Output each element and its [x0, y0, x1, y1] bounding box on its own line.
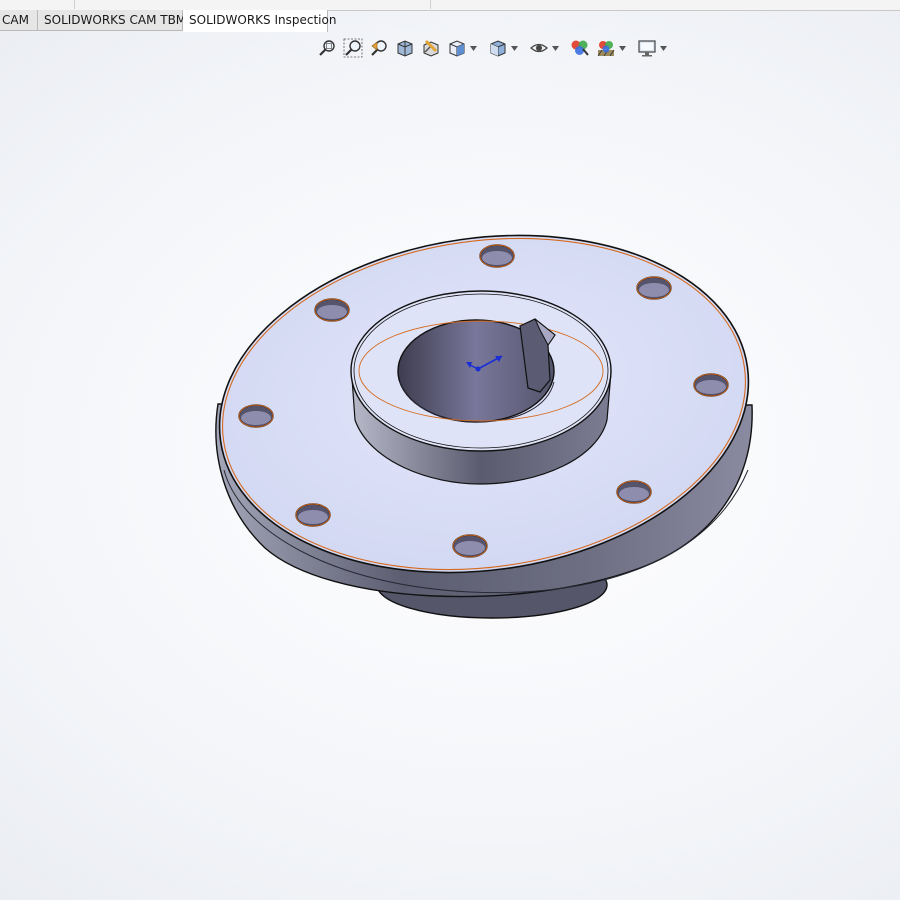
- graphics-area-flange-model[interactable]: [0, 0, 900, 900]
- bolt-hole: [295, 503, 331, 527]
- bolt-hole: [636, 276, 672, 300]
- bolt-hole: [452, 534, 488, 558]
- bolt-hole: [238, 404, 274, 428]
- bolt-hole: [616, 480, 652, 504]
- bolt-hole: [314, 298, 350, 322]
- bolt-hole: [693, 373, 729, 397]
- bolt-hole: [479, 244, 515, 268]
